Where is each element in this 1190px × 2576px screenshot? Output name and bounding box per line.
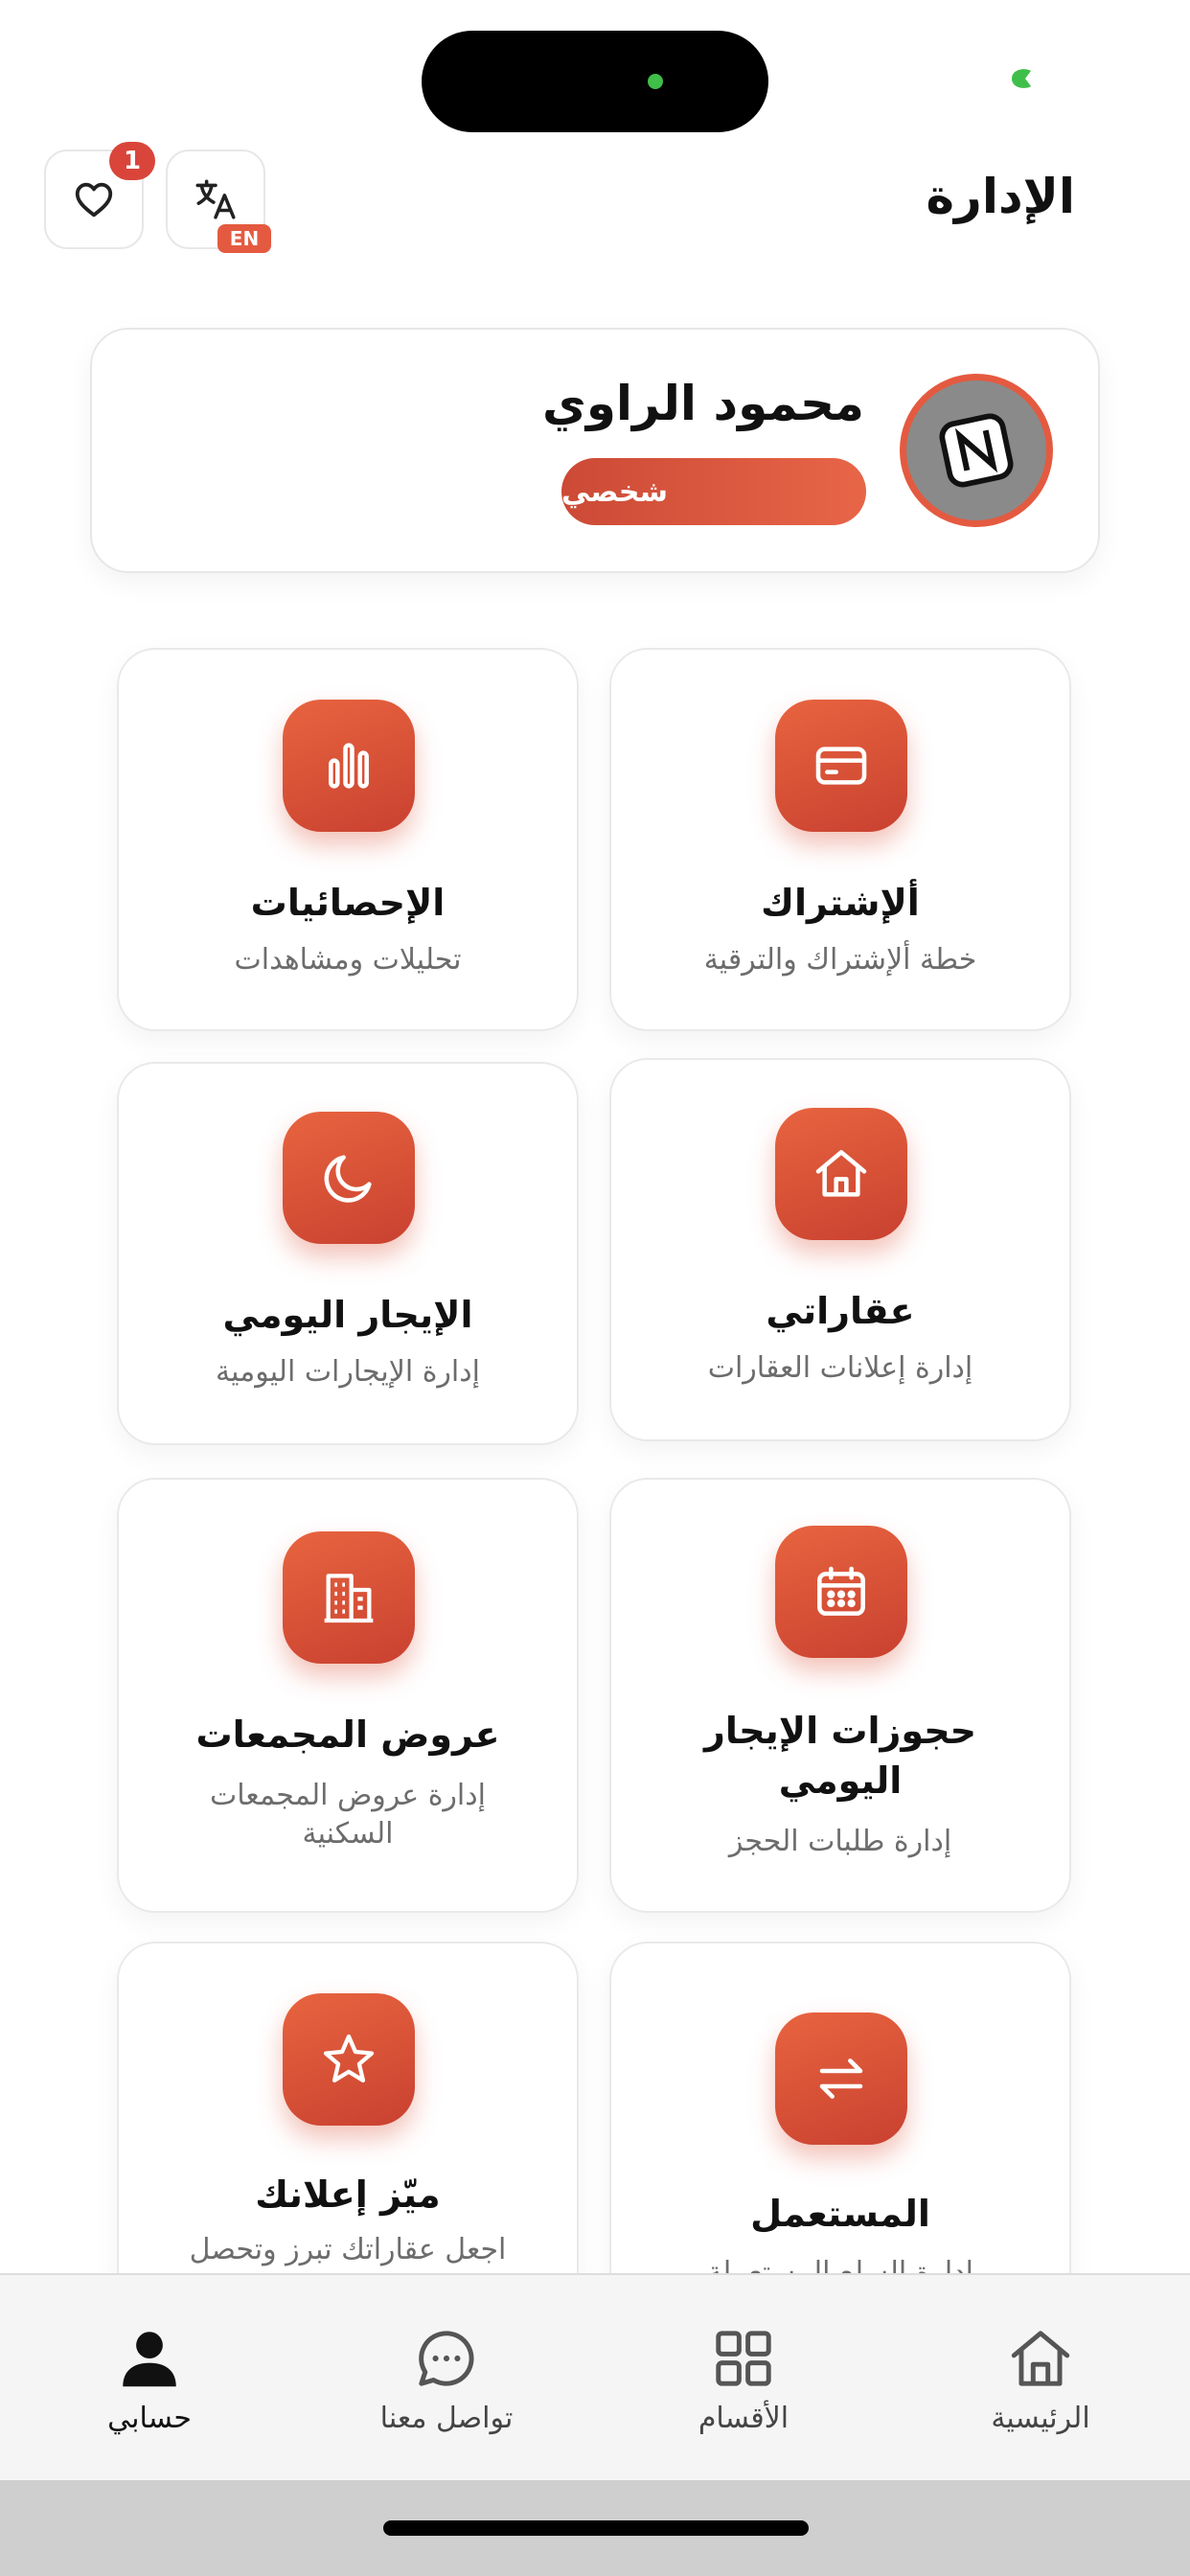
nav-item-home[interactable]: الرئيسية [926,2323,1156,2435]
card-title: حجوزات الإيجار اليومي [703,1710,977,1802]
favorites-button[interactable]: 1 [44,142,155,249]
app-screen: الإدارة 1 EN محمود الراوي شخصي ألإشتراك … [0,0,1190,2576]
nav-label: الأقسام [698,2402,790,2435]
nav-label: تواصل معنا [379,2402,514,2435]
language-button[interactable]: EN [166,150,271,253]
used-goods-card[interactable]: المستعمل إدارة السلع المستعملة [609,1942,1071,2325]
swap-arrows-icon [775,2012,907,2145]
card-title: الإيجار اليومي [222,1294,473,1336]
credit-card-icon [775,700,907,832]
feature-ad-card[interactable]: ميّز إعلانك اجعل عقاراتك تبرز وتحصل [117,1942,579,2325]
home-indicator-area [0,2480,1190,2576]
account-type-badge: شخصي [561,458,866,525]
card-title: عروض المجمعات [195,1714,500,1756]
avatar[interactable] [900,374,1053,527]
nav-item-contact[interactable]: تواصل معنا [332,2323,561,2435]
daily-rental-bookings-card[interactable]: حجوزات الإيجار اليومي إدارة طلبات الحجز [609,1478,1071,1913]
grid-icon [716,2331,771,2386]
card-subtitle: إدارة إعلانات العقارات [707,1351,973,1385]
statistics-card[interactable]: الإحصائيات تحليلات ومشاهدات [117,648,579,1031]
chat-icon [419,2331,474,2386]
nav-label: الرئيسية [991,2402,1090,2435]
star-icon [283,1993,415,2126]
nav-item-categories[interactable]: الأقسام [629,2323,858,2435]
bar-chart-icon [283,700,415,832]
calendar-icon [775,1526,907,1658]
user-icon [123,2332,176,2387]
translate-icon [195,179,236,219]
avatar-logo-image [939,413,1014,488]
camera-indicator-dot [648,74,663,89]
home-icon [1011,2331,1070,2386]
dynamic-island [422,31,768,132]
nav-item-account[interactable]: حسابي [34,2323,264,2435]
card-title: ميّز إعلانك [255,2174,441,2216]
nav-label: حسابي [107,2402,192,2435]
card-subtitle: خطة ألإشتراك والترقية [703,943,977,977]
status-indicator-icon [1012,69,1031,88]
language-badge: EN [217,224,271,253]
card-title: عقاراتي [766,1290,915,1332]
daily-rental-card[interactable]: الإيجار اليومي إدارة الإيجارات اليومية [117,1062,579,1445]
home-indicator[interactable] [383,2520,809,2536]
bottom-navigation: الرئيسية الأقسام تواصل معنا حسابي [0,2273,1190,2480]
house-icon [775,1108,907,1240]
subscription-card[interactable]: ألإشتراك خطة ألإشتراك والترقية [609,648,1071,1031]
moon-icon [283,1112,415,1244]
card-subtitle: اجعل عقاراتك تبرز وتحصل [189,2233,507,2266]
profile-card[interactable]: محمود الراوي شخصي [90,328,1100,573]
heart-icon [75,182,113,218]
card-title: الإحصائيات [250,882,446,924]
compound-offers-card[interactable]: عروض المجمعات إدارة عروض المجمعات السكني… [117,1478,579,1913]
building-icon [283,1531,415,1664]
card-subtitle: إدارة عروض المجمعات السكنية [210,1779,486,1851]
card-subtitle: إدارة طلبات الحجز [728,1825,952,1858]
card-title: ألإشتراك [761,882,920,924]
favorites-count-badge: 1 [109,142,155,180]
card-title: المستعمل [750,2193,930,2235]
my-properties-card[interactable]: عقاراتي إدارة إعلانات العقارات [609,1058,1071,1441]
card-subtitle: إدارة الإيجارات اليومية [216,1355,480,1389]
profile-name: محمود الراوي [542,376,864,431]
card-subtitle: تحليلات ومشاهدات [234,943,462,977]
page-title: الإدارة [926,169,1075,224]
